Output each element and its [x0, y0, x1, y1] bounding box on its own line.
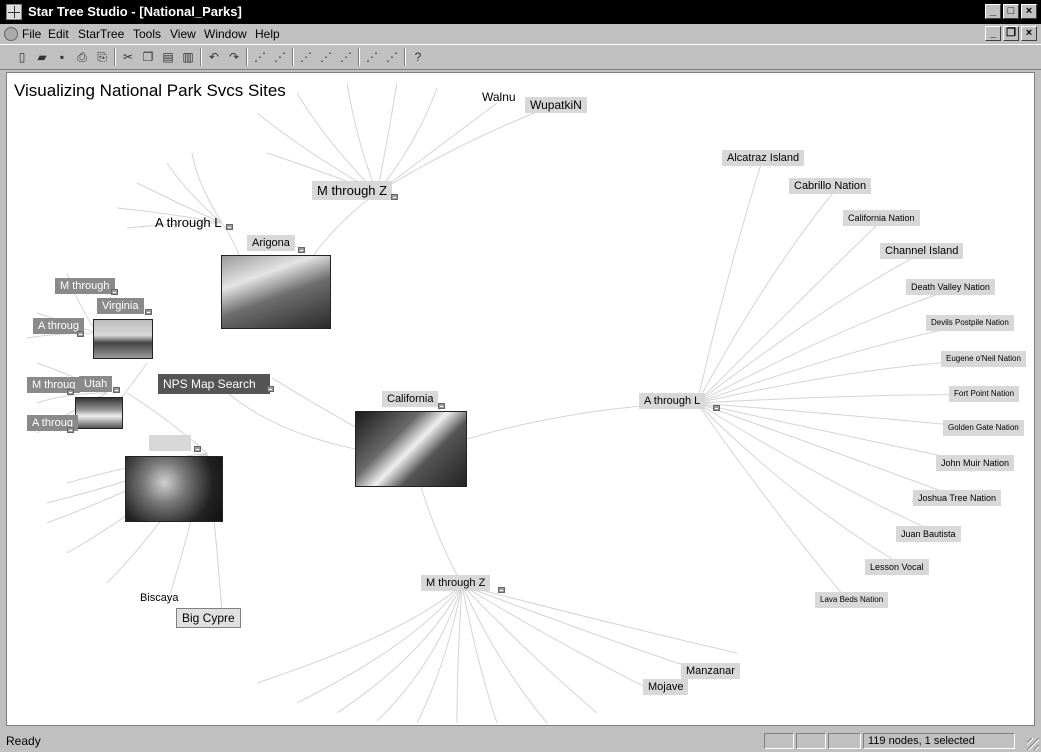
collapse-icon[interactable] [111, 289, 118, 295]
arigona-photo[interactable] [221, 255, 331, 329]
status-bar: Ready 119 nodes, 1 selected [0, 730, 1041, 752]
node-lesson-vocal[interactable]: Lesson Vocal [865, 559, 929, 575]
node-m-through-z-bottom[interactable]: M through Z [421, 575, 491, 591]
tree-layout-3-icon[interactable]: ⋰ [298, 49, 314, 65]
node-death-valley-nation[interactable]: Death Valley Nation [906, 279, 995, 295]
collapse-icon[interactable] [438, 403, 445, 409]
node-a-through-l-top[interactable]: A through L [150, 213, 227, 232]
print-icon[interactable]: ⎙ [74, 49, 90, 65]
document-icon[interactable] [4, 27, 18, 41]
maximize-button[interactable]: □ [1003, 4, 1019, 19]
tree-layout-2-icon[interactable]: ⋰ [272, 49, 288, 65]
title-bar: Star Tree Studio - [National_Parks] _ □ … [0, 0, 1041, 24]
collapse-icon[interactable] [145, 309, 152, 315]
node-virginia[interactable]: Virginia [97, 298, 144, 314]
collapse-icon[interactable] [113, 387, 120, 393]
node-california[interactable]: California [382, 391, 439, 407]
node-count: 119 nodes, 1 selected [863, 733, 1015, 749]
menu-bar: File Edit StarTree Tools View Window Hel… [0, 24, 1041, 44]
utah-photo[interactable] [75, 397, 123, 429]
view-title: Visualizing National Park Svcs Sites [14, 81, 286, 100]
mdi-minimize-button[interactable]: _ [985, 26, 1001, 41]
node-cabrillo-nation[interactable]: Cabrillo Nation [789, 178, 872, 194]
collapse-icon[interactable] [194, 446, 201, 452]
help-icon[interactable]: ? [410, 49, 426, 65]
menu-view[interactable]: View [170, 27, 196, 41]
california-photo[interactable] [355, 411, 467, 487]
node-arigona[interactable]: Arigona [247, 235, 295, 251]
node-biscaya[interactable]: Biscaya [135, 590, 184, 606]
underwater-photo[interactable] [125, 456, 223, 522]
toolbar: ▯ ▰ ▪ ⎙ ⎘ ✂ ❐ ▤ ▥ ↶ ↷ ⋰ ⋰ ⋰ ⋰ ⋰ ⋰ ⋰ ? [0, 44, 1041, 70]
node-wupatkin[interactable]: WupatkiN [525, 97, 587, 113]
tree-layout-1-icon[interactable]: ⋰ [252, 49, 268, 65]
tree-layout-6-icon[interactable]: ⋰ [364, 49, 380, 65]
node-golden-gate-nation[interactable]: Golden Gate Nation [943, 420, 1024, 436]
app-icon[interactable] [6, 4, 22, 20]
resize-grip-icon[interactable] [1027, 738, 1039, 750]
status-pane [796, 733, 826, 749]
mdi-restore-button[interactable]: ❐ [1003, 26, 1019, 41]
node-alcatraz-island[interactable]: Alcatraz Island [722, 150, 805, 166]
paste-special-icon[interactable]: ▥ [180, 49, 196, 65]
menu-file[interactable]: File [22, 27, 41, 41]
tree-layout-4-icon[interactable]: ⋰ [318, 49, 334, 65]
node-california-nation[interactable]: California Nation [843, 210, 920, 226]
collapse-icon[interactable] [498, 587, 505, 593]
menu-edit[interactable]: Edit [48, 27, 69, 41]
node-mojave[interactable]: Mojave [643, 679, 689, 695]
mdi-close-button[interactable]: × [1021, 26, 1037, 41]
node-lava-beds-nation[interactable]: Lava Beds Nation [815, 592, 889, 608]
node-fort-point-nation[interactable]: Fort Point Nation [949, 386, 1020, 402]
save-icon[interactable]: ▪ [54, 49, 70, 65]
node-m-through-left[interactable]: M through [55, 278, 115, 294]
tree-links [26, 82, 993, 724]
node-manzanar[interactable]: Manzanar [681, 663, 740, 679]
menu-tools[interactable]: Tools [133, 27, 161, 41]
status-text: Ready [6, 734, 41, 748]
node-walnu[interactable]: Walnu [477, 89, 521, 105]
status-pane [828, 733, 861, 749]
node-john-muir-nation[interactable]: John Muir Nation [936, 455, 1015, 471]
minimize-button[interactable]: _ [985, 4, 1001, 19]
node-channel-island[interactable]: Channel Island [880, 243, 964, 259]
menu-help[interactable]: Help [255, 27, 280, 41]
tree-layout-5-icon[interactable]: ⋰ [338, 49, 354, 65]
node-juan-bautista[interactable]: Juan Bautista [896, 526, 961, 542]
window-title: Star Tree Studio - [National_Parks] [28, 4, 242, 19]
node-utah[interactable]: Utah [79, 376, 113, 392]
redo-icon[interactable]: ↷ [226, 49, 242, 65]
node-big-cypre[interactable]: Big Cypre [176, 608, 241, 628]
status-pane [764, 733, 794, 749]
collapse-icon[interactable] [67, 427, 74, 433]
copy-icon[interactable]: ❐ [140, 49, 156, 65]
node-a-through-l-right[interactable]: A through L [639, 393, 706, 409]
cut-icon[interactable]: ✂ [120, 49, 136, 65]
node-m-through-z-top[interactable]: M through Z [312, 181, 393, 200]
collapse-icon[interactable] [67, 389, 74, 395]
node-devils-postpile-nation[interactable]: Devils Postpile Nation [926, 315, 1014, 331]
collapse-icon[interactable] [267, 386, 274, 392]
node-joshua-tree-nation[interactable]: Joshua Tree Nation [913, 490, 1002, 506]
close-button[interactable]: × [1021, 4, 1037, 19]
undo-icon[interactable]: ↶ [206, 49, 222, 65]
virginia-photo[interactable] [93, 319, 153, 359]
paste-icon[interactable]: ▤ [160, 49, 176, 65]
star-tree-canvas[interactable]: Visualizing National Park Svcs Sites Cal… [6, 72, 1035, 726]
collapse-icon[interactable] [391, 194, 398, 200]
node-nps-map-search[interactable]: NPS Map Search [158, 374, 270, 394]
collapse-icon[interactable] [77, 331, 84, 337]
new-icon[interactable]: ▯ [14, 49, 30, 65]
tree-layout-7-icon[interactable]: ⋰ [384, 49, 400, 65]
node-unlabeled[interactable] [149, 435, 191, 451]
collapse-icon[interactable] [713, 405, 720, 411]
menu-startree[interactable]: StarTree [78, 27, 124, 41]
collapse-icon[interactable] [298, 247, 305, 253]
open-icon[interactable]: ▰ [34, 49, 50, 65]
print-preview-icon[interactable]: ⎘ [94, 49, 110, 65]
menu-window[interactable]: Window [204, 27, 247, 41]
node-eugene-oneil-nation[interactable]: Eugene o'Neil Nation [941, 351, 1026, 367]
collapse-icon[interactable] [226, 224, 233, 230]
